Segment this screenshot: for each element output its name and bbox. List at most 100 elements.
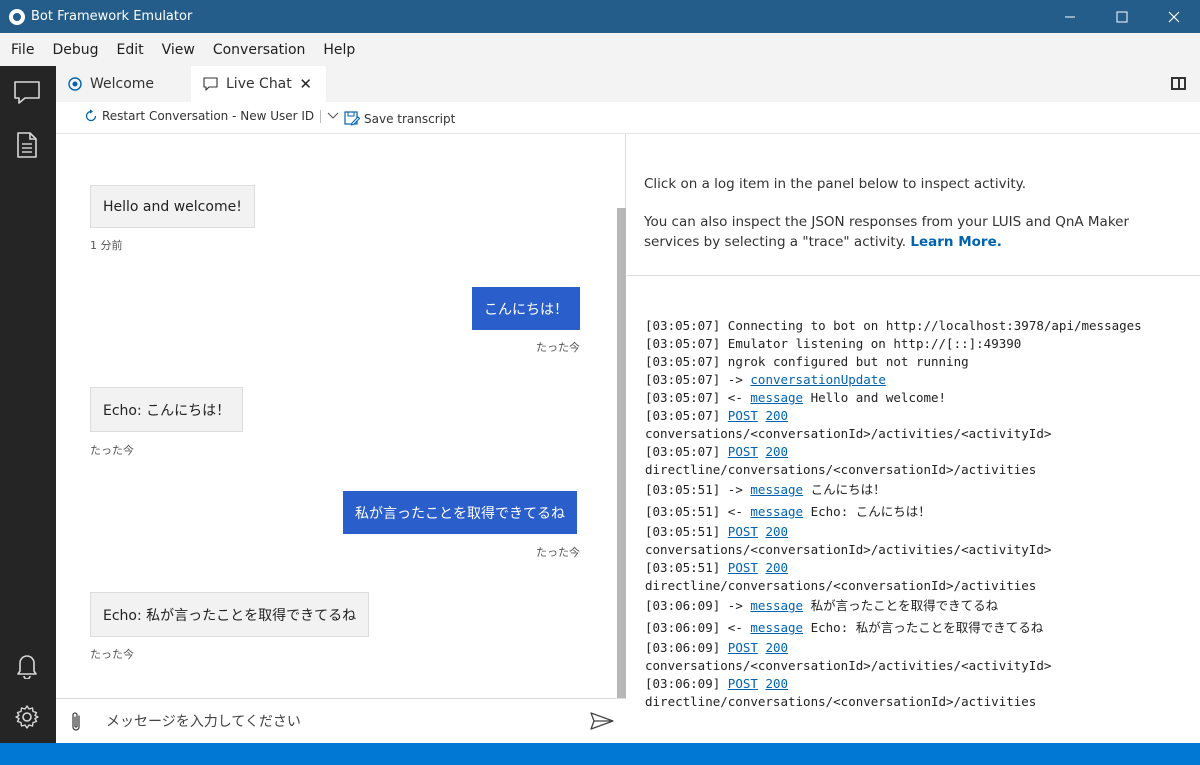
document-nav-button[interactable] (12, 130, 42, 160)
log-entry: [03:05:07] Connecting to bot on http://l… (645, 317, 1200, 335)
chat-panel: Hello and welcome! 1 分前 こんにちは！ たった今 Echo… (56, 134, 626, 743)
menu-edit[interactable]: Edit (107, 42, 152, 58)
log-status-code-link[interactable]: 200 (765, 676, 788, 691)
chevron-down-icon[interactable] (327, 112, 339, 120)
user-message: こんにちは！ (472, 287, 580, 330)
log-status-code-link[interactable]: 200 (765, 640, 788, 655)
split-view-icon[interactable] (1171, 77, 1186, 90)
log-message: ngrok configured but not running (727, 354, 969, 369)
send-icon (590, 712, 614, 730)
log-message: Connecting to bot on http://localhost:39… (727, 318, 1142, 333)
minimize-button[interactable] (1044, 0, 1096, 33)
activity-bar (0, 66, 56, 743)
close-tab-icon[interactable]: ✕ (299, 75, 312, 93)
log-entry: [03:06:09] <- message Echo: 私が言ったことを取得でき… (645, 617, 1200, 639)
log-entry: [03:05:51] POST 200 (645, 523, 1200, 541)
log-direction: -> (727, 598, 743, 613)
log-activity-link[interactable]: POST (728, 444, 758, 459)
close-window-button[interactable] (1148, 0, 1200, 33)
message-input[interactable] (106, 709, 576, 735)
log-status-code-link[interactable]: 200 (765, 560, 788, 575)
log-activity-link[interactable]: POST (728, 524, 758, 539)
menu-conversation[interactable]: Conversation (204, 42, 315, 58)
log-entry: [03:05:07] <- message Hello and welcome! (645, 389, 1200, 407)
status-bar (0, 743, 1200, 765)
title-bar: Bot Framework Emulator (0, 0, 1200, 33)
log-message: こんにちは！ (810, 482, 886, 497)
log-activity-link[interactable]: POST (728, 408, 758, 423)
tab-live-chat[interactable]: Live Chat ✕ (191, 66, 326, 102)
log-direction: <- (727, 504, 743, 519)
log-activity-link[interactable]: POST (728, 560, 758, 575)
tab-welcome[interactable]: Welcome (56, 66, 191, 102)
log-entry: [03:06:09] -> message 私が言ったことを取得できてるね (645, 595, 1200, 617)
learn-more-link[interactable]: Learn More. (910, 234, 1002, 250)
menu-file[interactable]: File (2, 42, 43, 58)
message-timestamp: たった今 (90, 444, 134, 457)
notifications-button[interactable] (12, 650, 42, 680)
restart-conversation-label: Restart Conversation - New User ID (102, 109, 315, 123)
bot-message: Echo: 私が言ったことを取得できてるね (90, 592, 370, 637)
log-activity-link[interactable]: conversationUpdate (750, 372, 885, 387)
chat-icon (14, 81, 40, 104)
tab-live-chat-label: Live Chat (226, 76, 292, 92)
log-activity-link[interactable]: message (750, 598, 803, 613)
menu-help[interactable]: Help (314, 42, 364, 58)
close-icon (1168, 11, 1180, 22)
menu-debug[interactable]: Debug (43, 42, 107, 58)
log-entry: [03:05:07] -> conversationUpdate (645, 371, 1200, 389)
log-activity-link[interactable]: POST (728, 676, 758, 691)
bot-icon (68, 77, 82, 91)
settings-button[interactable] (12, 702, 42, 732)
bot-emulator-logo-icon (9, 8, 25, 25)
save-transcript-button[interactable]: Save transcript (344, 111, 455, 126)
log-entry-path: directline/conversations/<conversationId… (645, 694, 1037, 709)
menu-bar: File Debug Edit View Conversation Help (0, 33, 1200, 66)
chat-nav-button[interactable] (12, 77, 42, 107)
inspector-hint: Click on a log item in the panel below t… (644, 176, 1026, 192)
log-activity-link[interactable]: message (750, 390, 803, 405)
inspector-panel: Click on a log item in the panel below t… (627, 134, 1200, 276)
log-timestamp: [03:06:09] (645, 676, 721, 691)
log-status-code-link[interactable]: 200 (765, 444, 788, 459)
toolbar-separator (320, 109, 322, 123)
log-timestamp: [03:05:07] (645, 372, 721, 387)
chat-scrollbar[interactable] (617, 208, 626, 698)
message-compose-bar (56, 698, 626, 743)
document-icon (17, 132, 37, 158)
minimize-icon (1065, 16, 1075, 17)
chat-bubble-icon (203, 77, 218, 91)
save-transcript-icon (344, 111, 360, 126)
send-button[interactable] (590, 711, 614, 735)
attach-button[interactable] (68, 711, 84, 737)
window-title: Bot Framework Emulator (31, 9, 193, 24)
window-controls (1044, 0, 1200, 33)
message-timestamp: 1 分前 (90, 239, 123, 252)
log-status-code-link[interactable]: 200 (765, 408, 788, 423)
log-entry-path: conversations/<conversationId>/activitie… (645, 426, 1052, 441)
log-entry: [03:05:07] ngrok configured but not runn… (645, 353, 1200, 371)
log-timestamp: [03:05:51] (645, 560, 721, 575)
log-timestamp: [03:05:07] (645, 336, 721, 351)
inspector-trace-hint: You can also inspect the JSON responses … (644, 212, 1182, 252)
log-timestamp: [03:05:51] (645, 504, 721, 519)
log-activity-link[interactable]: message (750, 482, 803, 497)
restart-conversation-button[interactable]: Restart Conversation - New User ID (84, 109, 339, 123)
log-activity-link[interactable]: POST (728, 640, 758, 655)
maximize-button[interactable] (1096, 0, 1148, 33)
log-entry: [03:06:09] POST 200 (645, 675, 1200, 693)
bell-icon (17, 655, 37, 679)
menu-view[interactable]: View (153, 42, 204, 58)
log-entry-path: directline/conversations/<conversationId… (645, 462, 1037, 477)
log-entry: [03:05:07] Emulator listening on http://… (645, 335, 1200, 353)
log-message: Hello and welcome! (810, 390, 947, 405)
log-entry: [03:05:07] POST 200 (645, 407, 1200, 425)
log-timestamp: [03:05:07] (645, 354, 721, 369)
log-activity-link[interactable]: message (750, 620, 803, 635)
log-activity-link[interactable]: message (750, 504, 803, 519)
log-status-code-link[interactable]: 200 (765, 524, 788, 539)
log-message: 私が言ったことを取得できてるね (810, 598, 999, 613)
message-timestamp: たった今 (536, 341, 580, 354)
log-timestamp: [03:06:09] (645, 598, 721, 613)
save-transcript-label: Save transcript (364, 111, 456, 126)
